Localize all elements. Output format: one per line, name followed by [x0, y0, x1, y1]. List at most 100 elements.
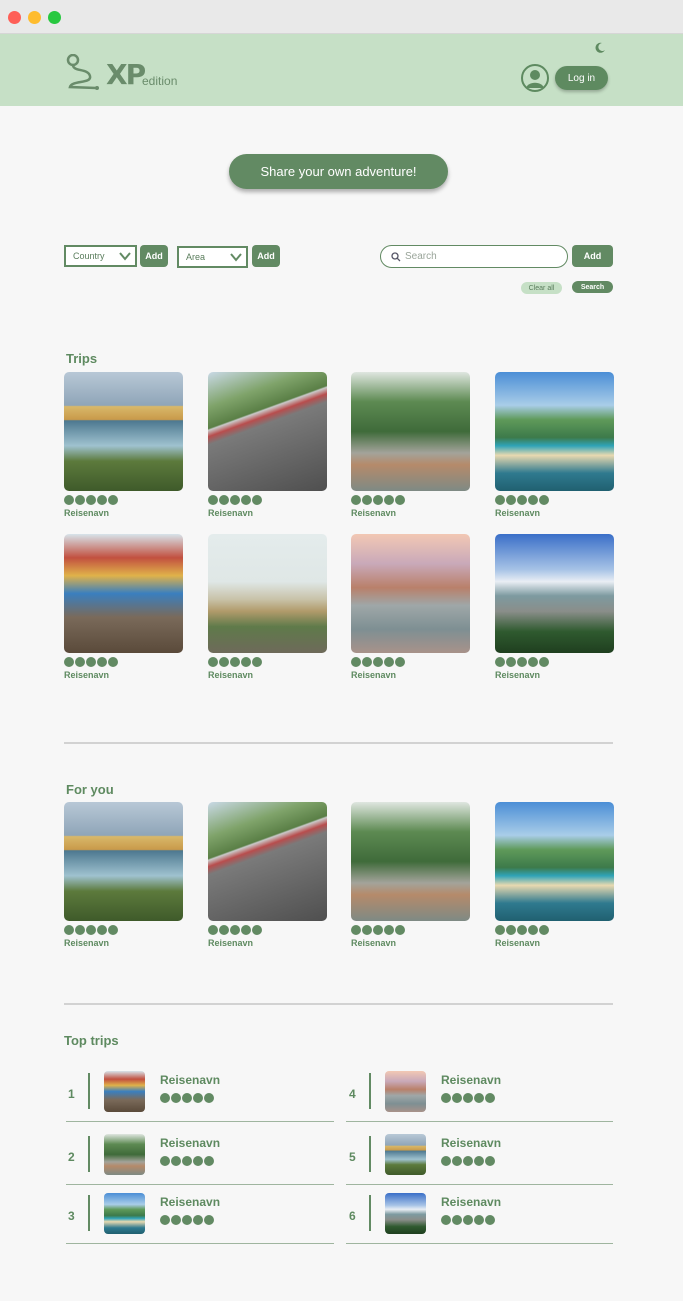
rating-star-icon [241, 657, 251, 667]
moon-icon[interactable] [594, 42, 606, 54]
rating-star-icon [517, 495, 527, 505]
top-trip-item[interactable]: 3 Reisenavn [68, 1193, 328, 1243]
trip-card[interactable]: Reisenavn [208, 534, 327, 680]
trip-name: Reisenavn [495, 670, 541, 680]
share-adventure-button[interactable]: Share your own adventure! [229, 154, 448, 189]
list-separator [66, 1243, 334, 1244]
rating-star-icon [474, 1156, 484, 1166]
trip-photo[interactable] [208, 372, 327, 491]
rank-divider [88, 1136, 90, 1172]
trip-card[interactable]: Reisenavn [208, 372, 327, 518]
country-select[interactable]: Country [64, 245, 137, 267]
top-trip-item[interactable]: 4 Reisenavn [349, 1071, 609, 1121]
search-add-button[interactable]: Add [572, 245, 613, 267]
trip-photo[interactable] [64, 802, 183, 921]
trip-card[interactable]: Reisenavn [351, 372, 470, 518]
trip-card[interactable]: Reisenavn [64, 534, 183, 680]
search-button[interactable]: Search [572, 281, 613, 293]
trip-rating [495, 495, 614, 505]
for-you-card[interactable]: Reisenavn [495, 802, 614, 948]
trip-name: Reisenavn [495, 508, 541, 518]
rating-star-icon [351, 657, 361, 667]
rating-star-icon [384, 657, 394, 667]
rating-star-icon [208, 925, 218, 935]
rating-star-icon [252, 925, 262, 935]
trip-photo[interactable] [495, 534, 614, 653]
trip-card[interactable]: Reisenavn [351, 534, 470, 680]
trip-photo[interactable] [208, 534, 327, 653]
rating-star-icon [219, 657, 229, 667]
rating-star-icon [252, 657, 262, 667]
trip-photo[interactable] [351, 372, 470, 491]
top-trip-rank: 5 [349, 1150, 356, 1164]
rating-star-icon [182, 1156, 192, 1166]
for-you-card[interactable]: Reisenavn [351, 802, 470, 948]
top-trip-item[interactable]: 2 Reisenavn [68, 1134, 328, 1184]
top-trip-item[interactable]: 5 Reisenavn [349, 1134, 609, 1184]
login-button[interactable]: Log in [555, 66, 608, 90]
trip-name: Reisenavn [64, 508, 110, 518]
top-trip-thumbnail[interactable] [104, 1134, 145, 1175]
rating-star-icon [474, 1215, 484, 1225]
top-trip-thumbnail[interactable] [104, 1193, 145, 1234]
top-trip-rank: 1 [68, 1087, 75, 1101]
trip-photo[interactable] [208, 802, 327, 921]
rating-star-icon [517, 925, 527, 935]
rank-divider [88, 1195, 90, 1231]
top-trip-thumbnail[interactable] [385, 1071, 426, 1112]
trip-photo[interactable] [495, 372, 614, 491]
trip-card[interactable]: Reisenavn [495, 534, 614, 680]
top-trip-rating [160, 1215, 214, 1225]
top-trip-item[interactable]: 1 Reisenavn [68, 1071, 328, 1121]
search-icon [391, 251, 401, 261]
trip-card[interactable]: Reisenavn [495, 372, 614, 518]
search-input[interactable]: Search [380, 245, 568, 268]
area-add-button[interactable]: Add [252, 245, 280, 267]
trip-photo[interactable] [64, 372, 183, 491]
top-trip-thumbnail[interactable] [385, 1134, 426, 1175]
top-trip-rating [160, 1156, 214, 1166]
for-you-card[interactable]: Reisenavn [208, 802, 327, 948]
rating-star-icon [182, 1215, 192, 1225]
trip-name: Reisenavn [64, 670, 110, 680]
trip-rating [495, 657, 614, 667]
user-avatar-button[interactable] [521, 64, 549, 92]
top-trip-thumbnail[interactable] [385, 1193, 426, 1234]
top-trip-item[interactable]: 6 Reisenavn [349, 1193, 609, 1243]
rating-star-icon [182, 1093, 192, 1103]
rating-star-icon [506, 495, 516, 505]
for-you-card[interactable]: Reisenavn [64, 802, 183, 948]
rating-star-icon [506, 925, 516, 935]
rating-star-icon [506, 657, 516, 667]
xp-edition-logo[interactable]: XP edition [66, 54, 177, 94]
trip-photo[interactable] [495, 802, 614, 921]
rating-star-icon [97, 657, 107, 667]
country-add-button[interactable]: Add [140, 245, 168, 267]
top-trip-rating [160, 1093, 214, 1103]
area-select[interactable]: Area [177, 246, 248, 268]
site-header: XP edition Log in [0, 34, 683, 106]
clear-all-button[interactable]: Clear all [521, 282, 562, 294]
top-trip-name: Reisenavn [441, 1195, 502, 1209]
rating-star-icon [395, 657, 405, 667]
rating-star-icon [485, 1215, 495, 1225]
top-trip-rank: 6 [349, 1209, 356, 1223]
rating-star-icon [208, 495, 218, 505]
trip-card[interactable]: Reisenavn [64, 372, 183, 518]
top-trip-thumbnail[interactable] [104, 1071, 145, 1112]
trip-photo[interactable] [351, 534, 470, 653]
rating-star-icon [204, 1156, 214, 1166]
trip-rating [208, 657, 327, 667]
close-window-button[interactable] [8, 11, 21, 24]
rating-star-icon [219, 495, 229, 505]
minimize-window-button[interactable] [28, 11, 41, 24]
top-trip-name: Reisenavn [160, 1073, 221, 1087]
rating-star-icon [171, 1156, 181, 1166]
trip-photo[interactable] [64, 534, 183, 653]
for-you-title: For you [66, 782, 114, 797]
trip-photo[interactable] [351, 802, 470, 921]
rating-star-icon [528, 657, 538, 667]
maximize-window-button[interactable] [48, 11, 61, 24]
rating-star-icon [351, 495, 361, 505]
top-trip-name: Reisenavn [441, 1073, 502, 1087]
